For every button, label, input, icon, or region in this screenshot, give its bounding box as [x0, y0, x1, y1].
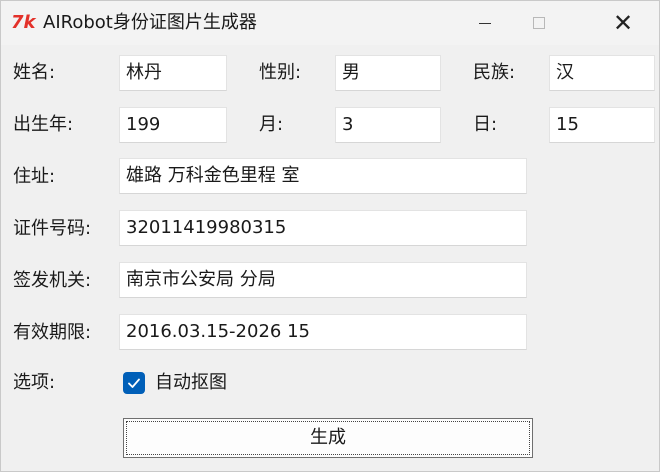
id-number-label: 证件号码: — [13, 218, 92, 239]
maximize-icon — [533, 17, 545, 29]
minimize-icon — [479, 22, 491, 24]
id-number-input[interactable]: 32011419980315 — [119, 210, 527, 246]
app-window: 7k AIRobot身份证图片生成器 ✕ 姓名: 林丹 性别: 男 民族: 汉 … — [0, 0, 660, 472]
ethnicity-label: 民族: — [473, 62, 516, 83]
gender-input[interactable]: 男 — [335, 55, 441, 91]
auto-cutout-checkbox[interactable] — [123, 372, 145, 394]
birth-year-input[interactable]: 199 — [119, 107, 227, 143]
window-title: AIRobot身份证图片生成器 — [43, 12, 257, 33]
options-label: 选项: — [13, 372, 56, 393]
gender-label: 性别: — [259, 62, 302, 83]
issuer-label: 签发机关: — [13, 270, 92, 291]
issuer-input[interactable]: 南京市公安局 分局 — [119, 262, 527, 298]
name-input[interactable]: 林丹 — [119, 55, 227, 91]
auto-cutout-label[interactable]: 自动抠图 — [155, 371, 227, 395]
app-logo-icon: 7k — [11, 12, 36, 33]
birth-day-input[interactable]: 15 — [549, 107, 655, 143]
address-label: 住址: — [13, 166, 56, 187]
validity-input[interactable]: 2016.03.15-2026 15 — [119, 314, 527, 350]
minimize-button[interactable] — [457, 1, 513, 45]
title-bar[interactable]: 7k AIRobot身份证图片生成器 ✕ — [1, 1, 659, 45]
address-input[interactable]: 雄路 万科金色里程 室 — [119, 158, 527, 194]
checkmark-icon — [128, 378, 140, 388]
birth-year-label: 出生年: — [13, 114, 74, 135]
generate-button[interactable]: 生成 — [123, 418, 533, 458]
validity-label: 有效期限: — [13, 322, 92, 343]
maximize-button[interactable] — [511, 1, 567, 45]
birth-day-label: 日: — [473, 114, 498, 135]
birth-month-input[interactable]: 3 — [335, 107, 441, 143]
ethnicity-input[interactable]: 汉 — [549, 55, 655, 91]
close-button[interactable]: ✕ — [595, 1, 651, 45]
name-label: 姓名: — [13, 62, 56, 83]
birth-month-label: 月: — [259, 114, 284, 135]
close-icon: ✕ — [612, 9, 634, 37]
